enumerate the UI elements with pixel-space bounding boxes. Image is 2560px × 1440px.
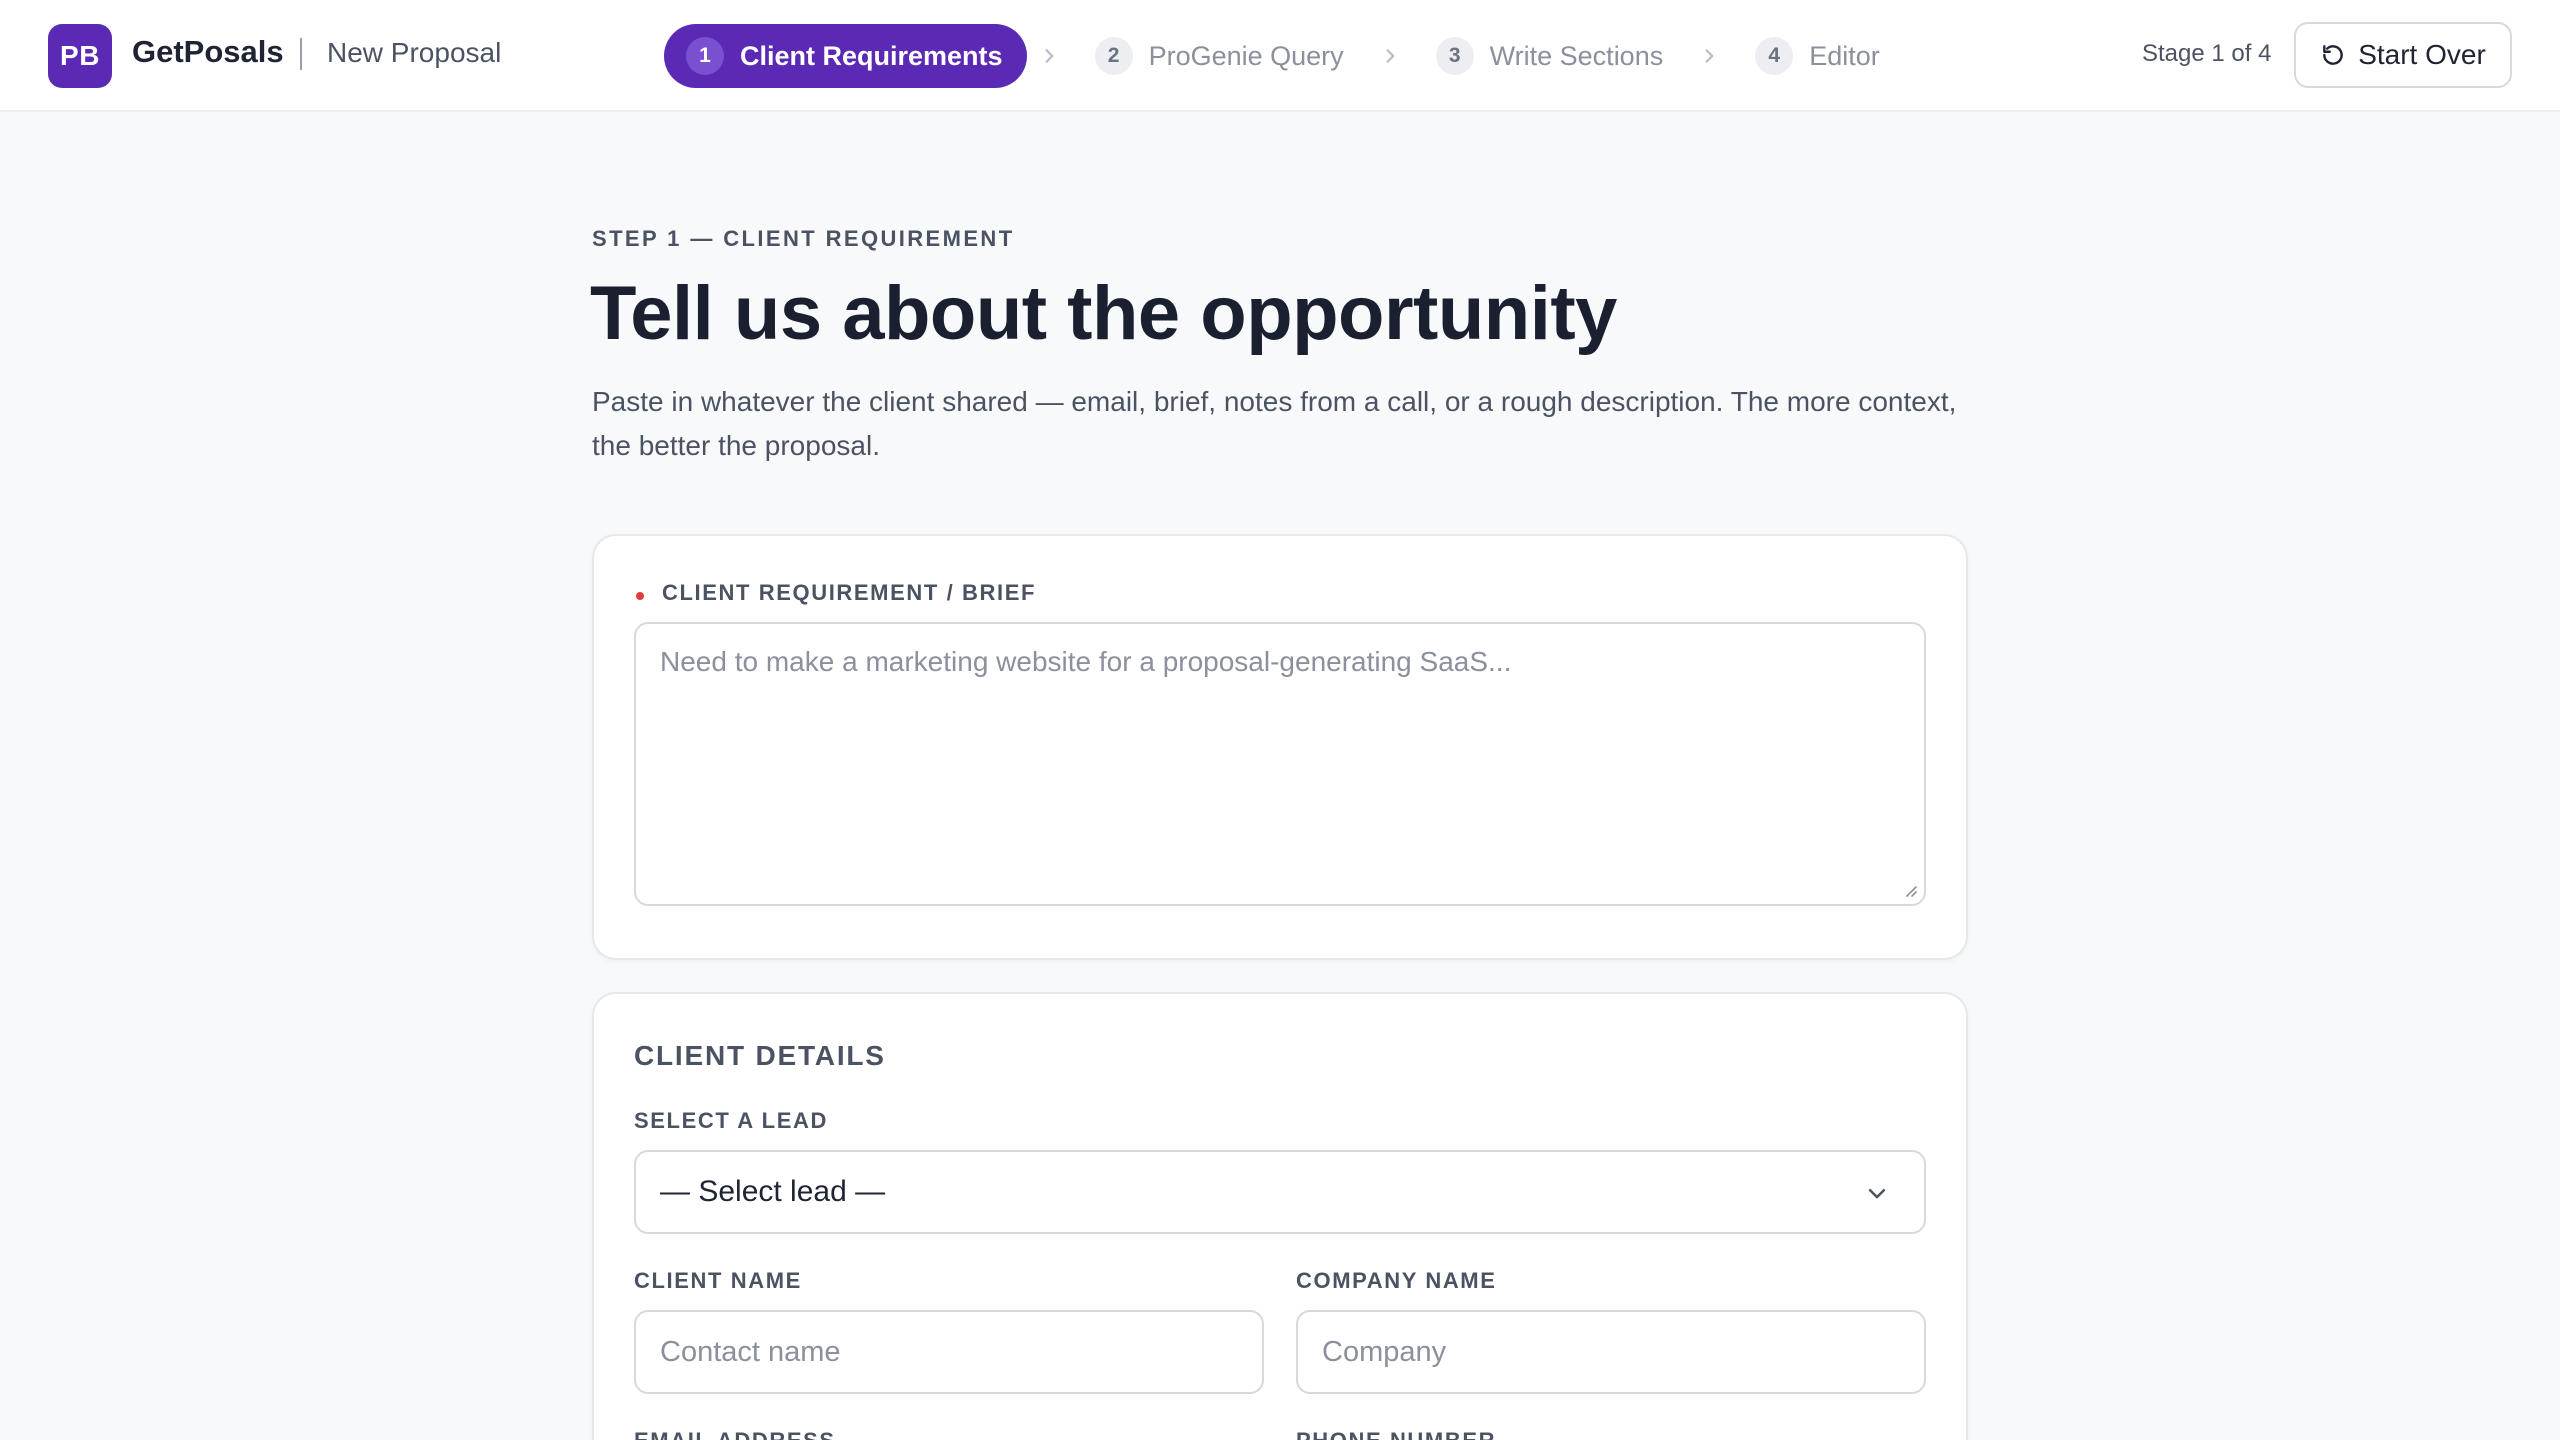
app-logo[interactable]: PB	[48, 24, 112, 88]
step-label: ProGenie Query	[1148, 40, 1344, 71]
requirement-card: CLIENT REQUIREMENT / BRIEF Need to make …	[592, 534, 1968, 960]
step-label: Write Sections	[1489, 40, 1664, 71]
requirement-textarea[interactable]: Need to make a marketing website for a p…	[634, 622, 1926, 906]
client-name-placeholder: Contact name	[660, 1335, 841, 1368]
phone-label: PHONE NUMBER	[1296, 1428, 1496, 1440]
resize-handle-icon[interactable]	[1902, 882, 1918, 898]
step-label: Editor	[1809, 40, 1880, 71]
company-name-placeholder: Company	[1322, 1335, 1447, 1368]
step-number: 4	[1755, 37, 1794, 75]
company-name-input[interactable]: Company	[1296, 1310, 1926, 1394]
lead-label: SELECT A LEAD	[634, 1108, 828, 1133]
lead-select[interactable]: — Select lead —	[634, 1150, 1926, 1234]
required-indicator	[636, 592, 644, 600]
chevron-right-icon	[1027, 47, 1073, 65]
start-over-button[interactable]: Start Over	[2294, 22, 2512, 88]
brand-divider	[300, 38, 302, 70]
step-number: 1	[686, 37, 724, 75]
rotate-ccw-icon	[2323, 45, 2343, 65]
start-over-label: Start Over	[2358, 39, 2486, 70]
stage-indicator: Stage 1 of 4	[2142, 40, 2272, 67]
step-write-sections[interactable]: 3 Write Sections	[1414, 24, 1688, 88]
app-name: GetPosals	[132, 34, 284, 69]
client-details-card: CLIENT DETAILS SELECT A LEAD — Select le…	[592, 992, 1968, 1440]
client-details-title: CLIENT DETAILS	[634, 1040, 886, 1071]
requirement-label: CLIENT REQUIREMENT / BRIEF	[662, 580, 1037, 605]
top-bar: PB GetPosals New Proposal 1 Client Requi…	[0, 0, 2560, 112]
lead-select-value: — Select lead —	[660, 1175, 886, 1208]
page-title: Tell us about the opportunity	[590, 271, 1617, 356]
step-number: 3	[1435, 37, 1474, 75]
page-breadcrumb: New Proposal	[327, 37, 502, 68]
requirement-placeholder: Need to make a marketing website for a p…	[660, 646, 1512, 677]
step-editor[interactable]: 4 Editor	[1733, 24, 1904, 88]
step-eyebrow: STEP 1 — CLIENT REQUIREMENT	[592, 226, 1015, 251]
email-label: EMAIL ADDRESS	[634, 1428, 836, 1440]
progress-stepper: 1 Client Requirements 2 ProGenie Query 3…	[664, 24, 1904, 88]
chevron-right-icon	[1368, 47, 1414, 65]
company-name-label: COMPANY NAME	[1296, 1268, 1497, 1293]
client-name-label: CLIENT NAME	[634, 1268, 802, 1293]
page-description: Paste in whatever the client shared — em…	[592, 386, 1957, 461]
step-progenie-query[interactable]: 2 ProGenie Query	[1073, 24, 1368, 88]
step-client-requirements[interactable]: 1 Client Requirements	[664, 24, 1027, 88]
step-label: Client Requirements	[740, 40, 1003, 71]
client-name-input[interactable]: Contact name	[634, 1310, 1264, 1394]
chevron-down-icon	[1868, 1189, 1886, 1199]
step-number: 2	[1094, 37, 1133, 75]
chevron-right-icon	[1687, 47, 1733, 65]
